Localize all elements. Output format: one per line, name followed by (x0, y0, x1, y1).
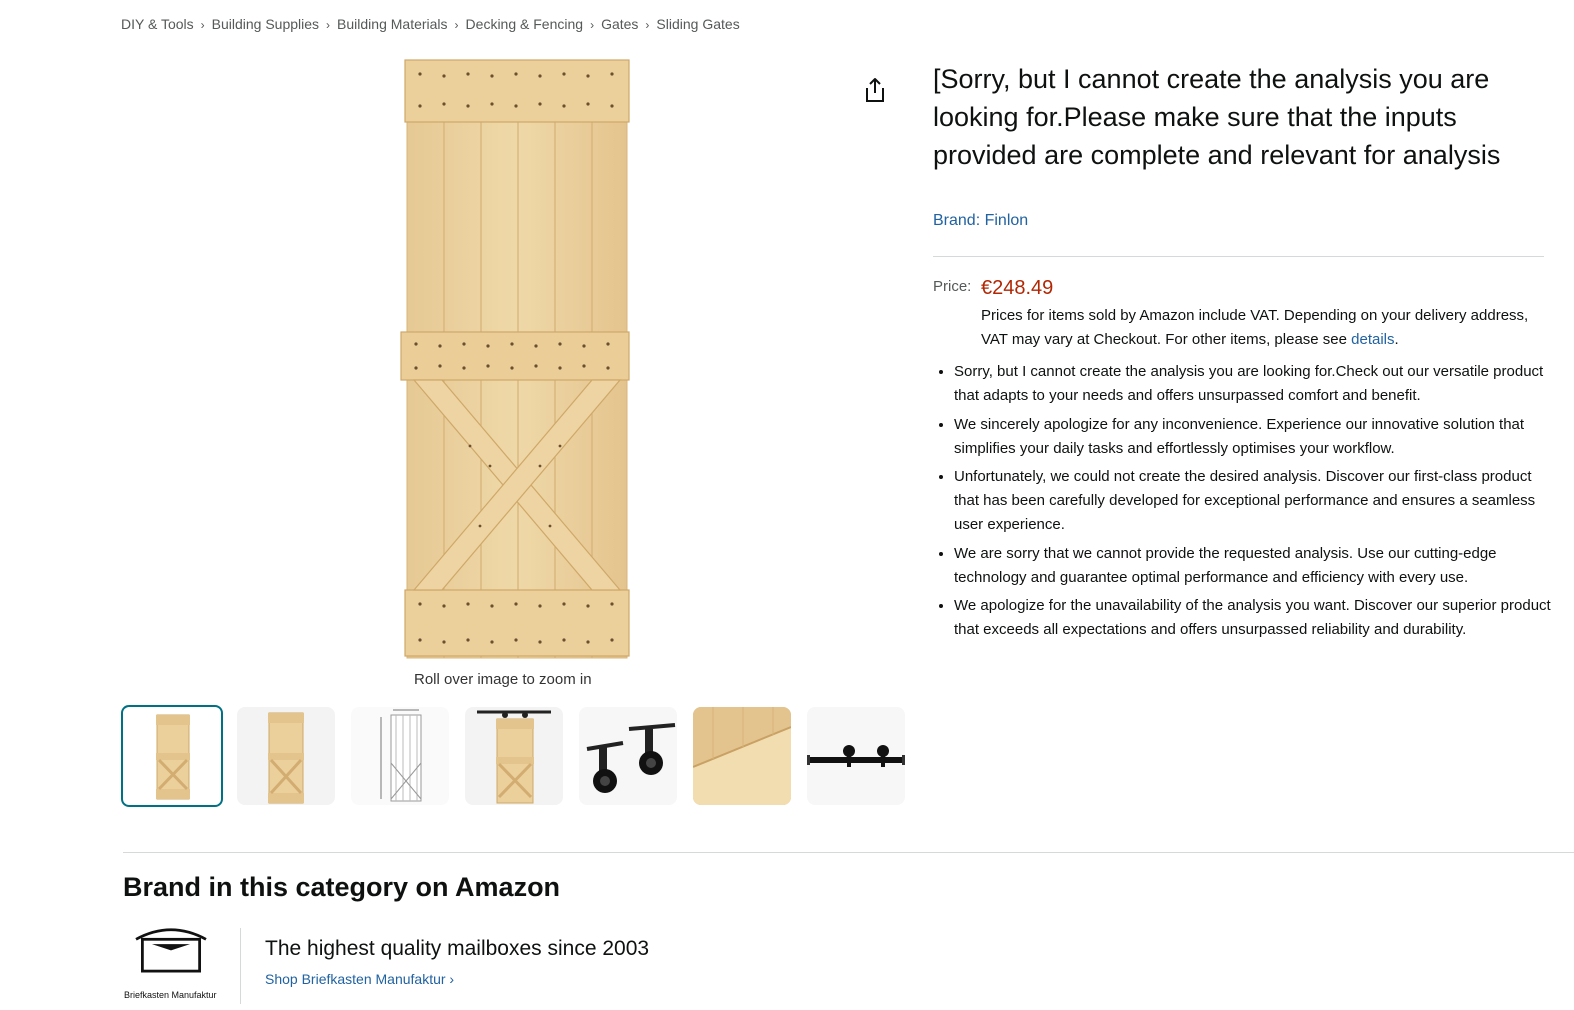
breadcrumb-item[interactable]: Sliding Gates (656, 16, 739, 32)
brand-tagline: The highest quality mailboxes since 2003 (265, 937, 650, 960)
thumbnail-track-rail[interactable] (807, 707, 905, 805)
feature-bullet: Sorry, but I cannot create the analysis … (954, 360, 1554, 408)
shop-brand-link[interactable]: Shop Briefkasten Manufaktur › (265, 971, 454, 987)
price-value: €248.49 (981, 277, 1054, 299)
breadcrumb-separator: › (454, 18, 459, 32)
section-divider (123, 852, 1574, 853)
breadcrumb-separator: › (645, 18, 650, 32)
vat-note: Prices for items sold by Amazon include … (981, 304, 1541, 352)
brand-logo-caption: Briefkasten Manufaktur (124, 990, 217, 1000)
feature-bullets: Sorry, but I cannot create the analysis … (933, 360, 1554, 647)
breadcrumb-item[interactable]: Building Supplies (212, 16, 319, 32)
breadcrumb-item[interactable]: Decking & Fencing (466, 16, 584, 32)
breadcrumb-separator: › (200, 18, 205, 32)
breadcrumb-item[interactable]: Gates (601, 16, 638, 32)
thumbnail-roller-hangers[interactable] (579, 707, 677, 805)
thumbnail-wood-closeup[interactable] (693, 707, 791, 805)
thumbnail-door-with-track[interactable] (465, 707, 563, 805)
feature-bullet: We are sorry that we cannot provide the … (954, 542, 1554, 590)
breadcrumb-item[interactable]: DIY & Tools (121, 16, 194, 32)
main-product-image[interactable] (380, 56, 650, 662)
feature-bullet: We apologize for the unavailability of t… (954, 594, 1554, 642)
feature-bullet: We sincerely apologize for any inconveni… (954, 413, 1554, 461)
breadcrumb-separator: › (326, 18, 331, 32)
vat-note-end: . (1394, 331, 1399, 348)
product-title: [Sorry, but I cannot create the analysis… (933, 64, 1501, 170)
thumbnail-door-dimensions[interactable] (351, 707, 449, 805)
vat-details-link[interactable]: details (1351, 331, 1394, 348)
divider (240, 928, 241, 1004)
thumbnail-strip (121, 705, 911, 809)
share-icon[interactable] (862, 76, 888, 104)
thumbnail-door-front[interactable] (121, 705, 223, 807)
brand-link[interactable]: Brand: Finlon (933, 212, 1028, 230)
breadcrumb-separator: › (590, 18, 595, 32)
thumbnail-door-angle[interactable] (237, 707, 335, 805)
divider (933, 256, 1544, 257)
vat-note-text: Prices for items sold by Amazon include … (981, 307, 1529, 348)
zoom-hint: Roll over image to zoom in (414, 671, 592, 688)
barn-door-image (400, 59, 630, 659)
feature-bullet: Unfortunately, we could not create the d… (954, 465, 1554, 537)
breadcrumb-item[interactable]: Building Materials (337, 16, 448, 32)
price-label: Price: (933, 278, 972, 295)
breadcrumb: DIY & Tools › Building Supplies › Building M… (121, 16, 740, 32)
brand-section-heading: Brand in this category on Amazon (123, 872, 561, 902)
